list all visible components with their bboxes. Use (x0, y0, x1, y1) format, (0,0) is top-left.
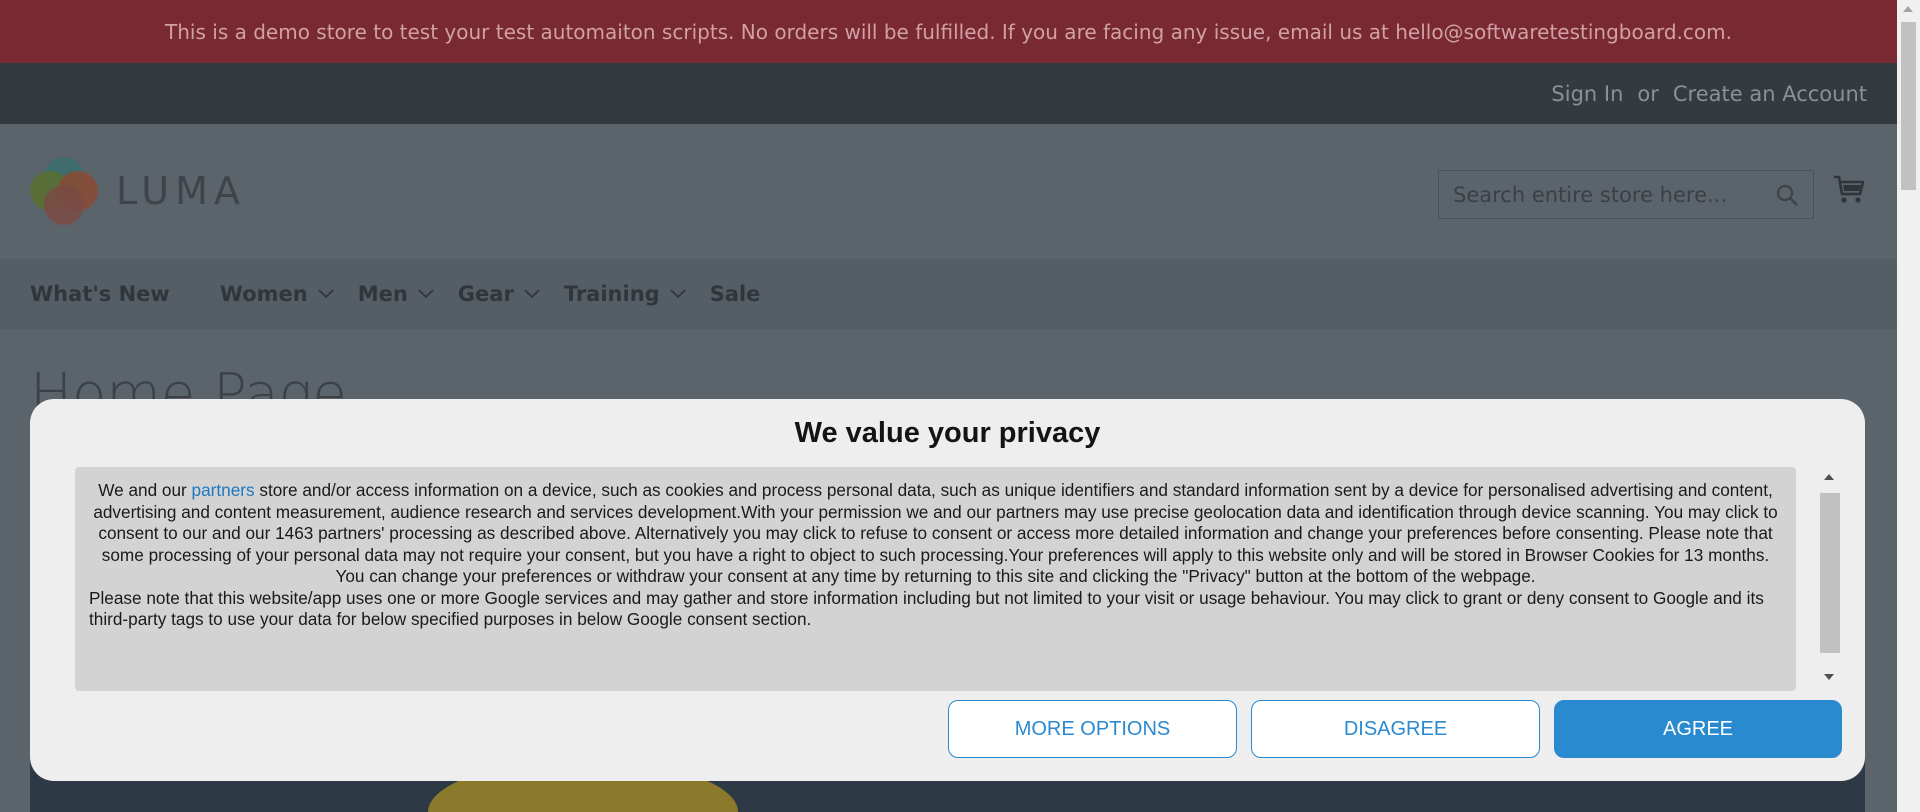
top-links-bar: Sign In or Create an Account (0, 63, 1897, 124)
disagree-button[interactable]: DISAGREE (1251, 700, 1540, 758)
nav-item-label: What's New (30, 282, 170, 306)
search-icon[interactable] (1775, 183, 1799, 207)
agree-button[interactable]: AGREE (1554, 700, 1842, 758)
nav-item-gear[interactable]: Gear (458, 282, 540, 306)
more-options-button[interactable]: MORE OPTIONS (948, 700, 1237, 758)
nav-item-women[interactable]: Women (220, 282, 334, 306)
cart-icon[interactable] (1832, 172, 1866, 206)
page-scroll-thumb[interactable] (1901, 22, 1916, 190)
scroll-thumb[interactable] (1820, 493, 1840, 653)
luma-logo[interactable]: LUMA (30, 157, 246, 225)
nav-item-training[interactable]: Training (564, 282, 686, 306)
demo-store-banner: This is a demo store to test your test a… (0, 0, 1897, 63)
consent-paragraph: We and our partners store and/or access … (89, 480, 1782, 588)
main-nav: What's New Women Men Gear Training Sale (0, 259, 1897, 329)
chevron-down-icon (318, 289, 334, 299)
sign-in-link[interactable]: Sign In (1551, 82, 1623, 106)
scroll-up-arrow-icon[interactable] (1903, 6, 1913, 12)
privacy-consent-dialog: We value your privacy We and our partner… (30, 399, 1865, 781)
logo-mark-icon (30, 157, 98, 225)
page-scrollbar[interactable] (1897, 0, 1920, 812)
nav-item-label: Women (219, 282, 308, 306)
scroll-up-arrow-icon[interactable] (1824, 474, 1834, 480)
nav-item-sale[interactable]: Sale (710, 282, 761, 306)
chevron-down-icon (670, 289, 686, 299)
nav-item-label: Training (563, 282, 660, 306)
chevron-down-icon (418, 289, 434, 299)
consent-scrollbar[interactable] (1819, 467, 1840, 691)
google-consent-paragraph: Please note that this website/app uses o… (89, 587, 1764, 630)
site-header: LUMA Search entire store here... (0, 124, 1897, 259)
partners-link[interactable]: partners (192, 480, 255, 500)
scroll-down-arrow-icon[interactable] (1824, 674, 1834, 680)
chevron-down-icon (524, 289, 540, 299)
logo-wordmark: LUMA (116, 169, 246, 213)
nav-item-label: Gear (457, 282, 514, 306)
nav-item-label: Sale (709, 282, 761, 306)
nav-item-label: Men (357, 282, 408, 306)
consent-text-box: We and our partners store and/or access … (75, 467, 1796, 691)
create-account-link[interactable]: Create an Account (1673, 82, 1867, 106)
search-input[interactable]: Search entire store here... (1438, 170, 1814, 219)
page: This is a demo store to test your test a… (0, 0, 1897, 812)
consent-title: We value your privacy (794, 417, 1101, 449)
nav-item-whats-new[interactable]: What's New (30, 282, 170, 306)
search-placeholder: Search entire store here... (1453, 182, 1728, 207)
or-separator: or (1637, 81, 1659, 106)
consent-text-start: We and our (98, 480, 192, 500)
consent-text-rest: store and/or access information on a dev… (93, 480, 1778, 586)
nav-item-men[interactable]: Men (358, 282, 434, 306)
demo-store-banner-text: This is a demo store to test your test a… (165, 19, 1732, 44)
